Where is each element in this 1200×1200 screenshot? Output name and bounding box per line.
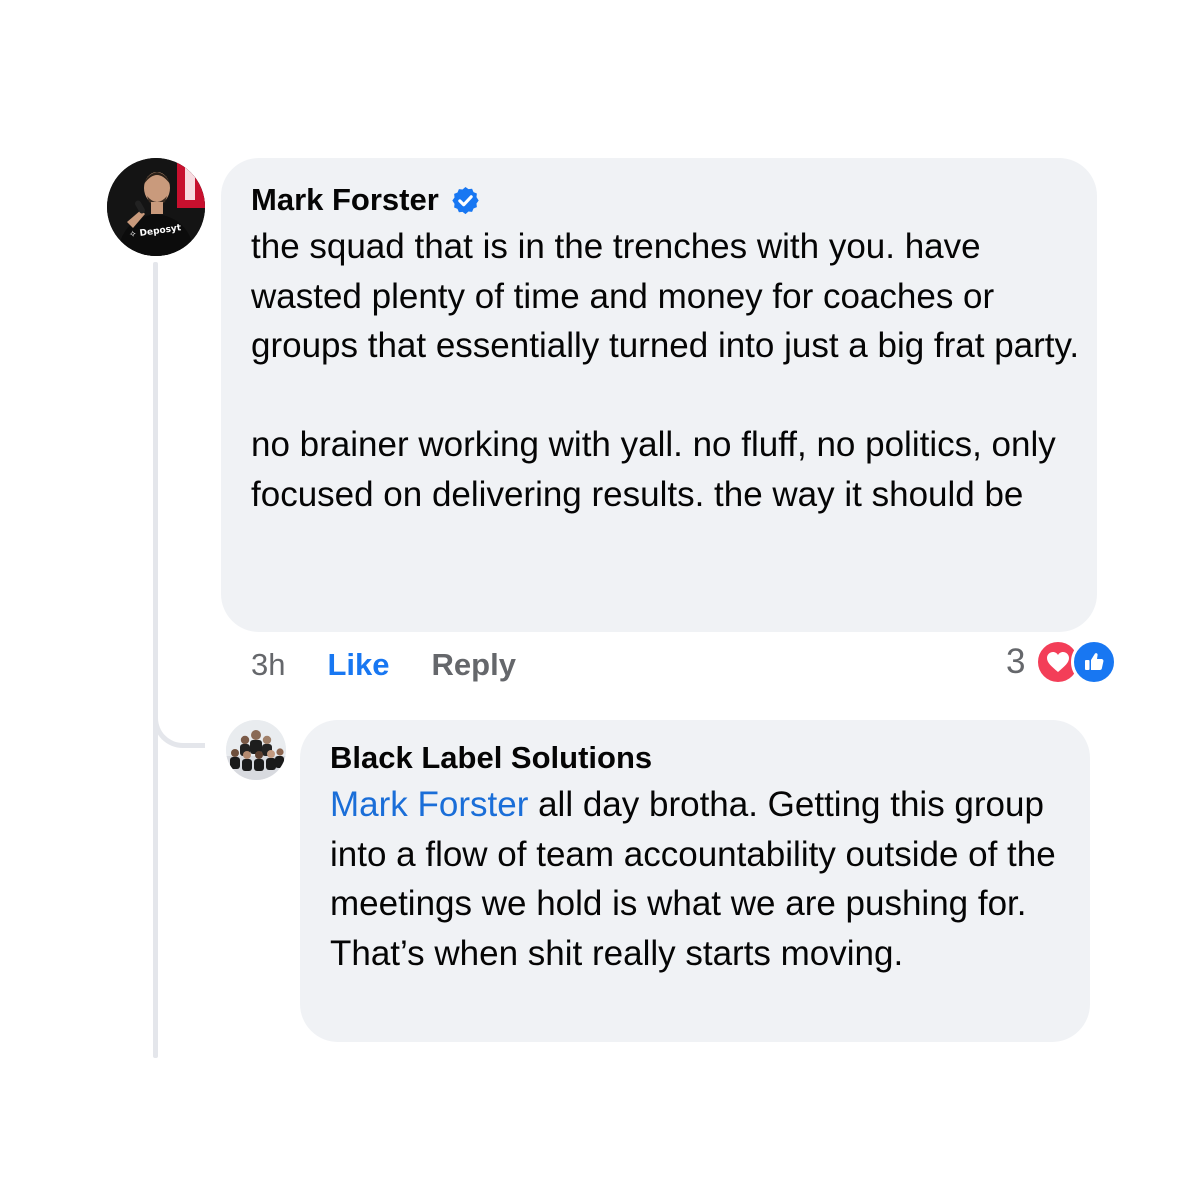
comment-text: the squad that is in the trenches with y…	[251, 227, 1080, 514]
reply-button[interactable]: Reply	[432, 647, 516, 683]
thread-line	[153, 262, 158, 1058]
reply-author[interactable]: Black Label Solutions	[330, 740, 652, 776]
verified-badge-icon	[450, 185, 481, 216]
avatar-black-label-solutions[interactable]	[226, 720, 286, 780]
reply-mention-link[interactable]: Mark Forster	[330, 785, 528, 824]
thread-connector	[153, 690, 205, 748]
reaction-summary[interactable]: 3	[1006, 639, 1118, 685]
comment-timestamp[interactable]: 3h	[251, 647, 285, 683]
reply-text: Mark Forster all day brotha. Getting thi…	[330, 780, 1080, 978]
avatar-mark-forster[interactable]: ✧ Deposyt	[107, 158, 205, 256]
comment-actions: 3h Like Reply	[251, 642, 516, 688]
comment-thread: ✧ Deposyt Mark Forster the squad that is…	[0, 0, 1200, 1200]
reaction-count: 3	[1006, 642, 1026, 681]
comment-author-name[interactable]: Mark Forster	[251, 182, 439, 218]
avatar-photo-icon: ✧ Deposyt	[107, 158, 205, 256]
comment-author: Mark Forster	[251, 182, 481, 218]
like-thumb-icon	[1071, 639, 1118, 685]
group-photo-icon	[226, 720, 286, 780]
like-button[interactable]: Like	[327, 647, 389, 683]
